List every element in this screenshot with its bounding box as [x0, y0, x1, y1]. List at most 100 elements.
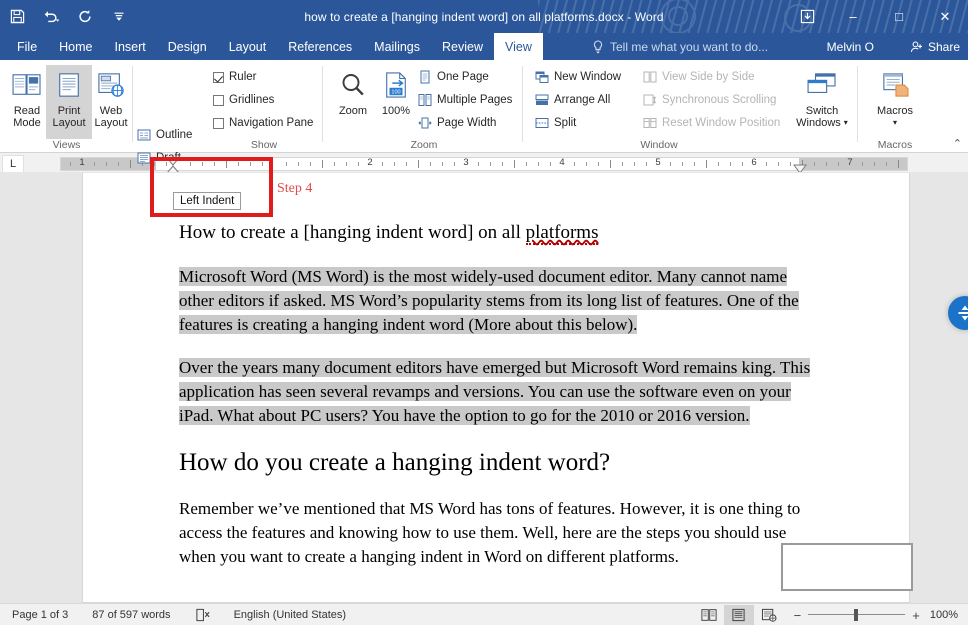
zoom-slider-control[interactable]: − + — [784, 608, 930, 623]
print-layout-button[interactable]: Print Layout — [46, 65, 92, 139]
zoom-slider-thumb[interactable] — [854, 609, 859, 621]
maximize-button[interactable]: □ — [876, 0, 922, 33]
ruler-tick — [790, 162, 791, 166]
macros-button[interactable]: Macros ▾ — [871, 65, 919, 139]
synchronous-scrolling-item[interactable]: Synchronous Scrolling — [643, 91, 776, 109]
word-count-status[interactable]: 87 of 597 words — [80, 609, 182, 621]
ruler-tick — [286, 162, 287, 166]
ruler-tick — [706, 160, 707, 168]
ribbon-display-options-button[interactable] — [784, 0, 830, 33]
zoom-level-label[interactable]: 100% — [930, 609, 968, 621]
ribbon-group-views: Read Mode Print Layout Web Layout Views — [0, 60, 133, 153]
close-button[interactable]: ✕ — [922, 0, 968, 33]
paragraph-2: Over the years many document editors hav… — [179, 356, 819, 428]
arrange-all-label: Arrange All — [554, 94, 611, 106]
new-window-item[interactable]: New Window — [535, 68, 621, 86]
annotation-step-label: Step 4 — [277, 181, 313, 196]
page-number-status[interactable]: Page 1 of 3 — [0, 609, 80, 621]
one-page-item[interactable]: One Page — [418, 68, 489, 86]
window-controls: – □ ✕ — [784, 0, 968, 33]
web-layout-button[interactable]: Web Layout — [88, 65, 134, 139]
minimize-button[interactable]: – — [830, 0, 876, 33]
ruler-checkbox[interactable]: Ruler — [213, 68, 256, 86]
web-layout-view-button[interactable] — [754, 605, 784, 625]
read-mode-button[interactable]: Read Mode — [4, 65, 50, 139]
zoom-slider-track[interactable] — [808, 609, 906, 621]
ruler-checkbox-box[interactable] — [213, 71, 224, 83]
share-button[interactable]: Share — [910, 33, 960, 60]
web-layout-label-1: Web — [99, 105, 123, 117]
tell-me-search[interactable]: Tell me what you want to do... — [592, 33, 768, 60]
ruler-number: 1 — [79, 157, 85, 168]
quick-access-toolbar — [0, 0, 136, 33]
language-status[interactable]: English (United States) — [222, 609, 359, 621]
zoom-button[interactable]: Zoom — [330, 65, 376, 139]
ruler-tick — [382, 162, 383, 166]
misspelled-word: platforms — [525, 222, 599, 245]
paragraph-1: Microsoft Word (MS Word) is the most wid… — [179, 265, 819, 337]
ruler-tick — [898, 160, 899, 168]
collapse-ribbon-button[interactable]: ⌃ — [953, 137, 962, 150]
tab-references[interactable]: References — [277, 33, 363, 60]
multiple-pages-icon — [418, 94, 432, 106]
tab-insert[interactable]: Insert — [104, 33, 157, 60]
ruler-right-margin-zone — [799, 158, 907, 170]
tab-mailings[interactable]: Mailings — [363, 33, 431, 60]
left-indent-tooltip: Left Indent — [173, 192, 242, 210]
ruler-tick — [418, 160, 419, 168]
share-person-icon — [910, 40, 922, 52]
redo-button[interactable] — [68, 3, 102, 31]
tab-review[interactable]: Review — [431, 33, 494, 60]
navigation-pane-checkbox-box[interactable] — [213, 117, 224, 129]
share-label: Share — [927, 39, 960, 54]
window-group-label: Window — [640, 139, 678, 151]
print-layout-view-button[interactable] — [723, 605, 754, 625]
ruler-number: 7 — [847, 157, 853, 168]
document-body[interactable]: How to create a [hanging indent word] on… — [179, 221, 819, 588]
zoom-100-button[interactable]: 100 100% — [373, 65, 419, 139]
zoom-in-button[interactable]: + — [912, 608, 920, 623]
one-page-label: One Page — [437, 71, 489, 83]
customize-quick-access-toolbar-button[interactable] — [102, 3, 136, 31]
ruler-tick — [538, 162, 539, 166]
gridlines-checkbox-box[interactable] — [213, 94, 224, 106]
reset-window-position-item[interactable]: Reset Window Position — [643, 114, 780, 132]
read-mode-view-button[interactable] — [694, 605, 724, 625]
tab-view[interactable]: View — [494, 33, 543, 60]
undo-button[interactable] — [34, 3, 68, 31]
zoom-group-label: Zoom — [410, 139, 438, 151]
ruler-tick — [94, 162, 95, 166]
tab-stop-selector[interactable]: L — [2, 155, 24, 173]
document-page[interactable]: How to create a [hanging indent word] on… — [82, 173, 910, 603]
zoom-out-button[interactable]: − — [794, 608, 802, 623]
arrange-all-item[interactable]: Arrange All — [535, 91, 610, 109]
outline-view-item[interactable]: Outline — [137, 126, 192, 144]
print-layout-icon — [56, 65, 82, 105]
proofing-status[interactable] — [183, 608, 222, 622]
outline-label: Outline — [156, 129, 193, 141]
page-width-item[interactable]: Page Width — [418, 114, 496, 132]
ruler-tick — [862, 162, 863, 166]
tab-file[interactable]: File — [6, 33, 48, 60]
switch-windows-button[interactable]: Switch Windows ▾ — [793, 65, 851, 139]
account-name[interactable]: Melvin O — [827, 33, 874, 60]
ruler-tick — [310, 162, 311, 166]
group-divider — [132, 66, 133, 142]
macros-label: Macros — [876, 105, 914, 117]
save-button[interactable] — [0, 3, 34, 31]
zoom-label: Zoom — [338, 105, 368, 117]
ruler-tick — [106, 162, 107, 166]
split-item[interactable]: Split — [535, 114, 576, 132]
ruler-tick — [838, 162, 839, 166]
navigation-pane-checkbox[interactable]: Navigation Pane — [213, 114, 313, 132]
tab-layout[interactable]: Layout — [218, 33, 278, 60]
gridlines-checkbox[interactable]: Gridlines — [213, 91, 274, 109]
synchronous-scrolling-icon — [643, 94, 657, 106]
multiple-pages-item[interactable]: Multiple Pages — [418, 91, 512, 109]
split-label: Split — [554, 117, 577, 129]
view-side-by-side-item[interactable]: View Side by Side — [643, 68, 754, 86]
tab-home[interactable]: Home — [48, 33, 103, 60]
ruler-tick — [118, 162, 119, 166]
macros-group-label: Macros — [877, 139, 913, 151]
tab-design[interactable]: Design — [157, 33, 218, 60]
